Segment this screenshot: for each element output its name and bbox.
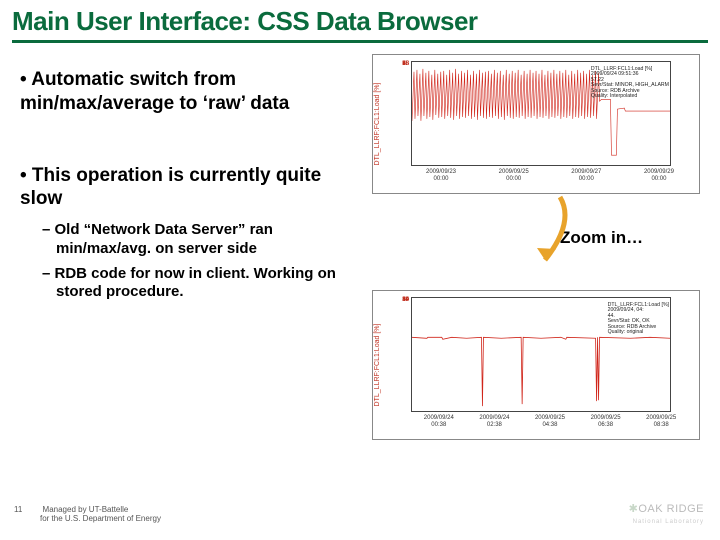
slide-title: Main User Interface: CSS Data Browser <box>12 6 478 37</box>
chart-wide-range: DTL_LLRF:FCL1:Load [%] 98 88 78 68 58 48… <box>372 54 700 194</box>
bullet-1: • Automatic switch from min/max/average … <box>20 68 350 116</box>
title-underline <box>12 40 708 43</box>
chart1-xticks: 2009/09/2300:00 2009/09/2500:00 2009/09/… <box>411 169 689 191</box>
page-number: 11 <box>14 505 22 514</box>
oak-ridge-logo: ✱OAK RIDGE National Laboratory <box>629 504 704 526</box>
footer-line2: for the U.S. Department of Energy <box>40 514 161 523</box>
chart2-xticks: 2009/09/2400:38 2009/09/2402:38 2009/09/… <box>411 415 689 437</box>
chart1-plot: DTL_LLRF:FCL1:Load [%] 2009/09/24 09:51:… <box>411 61 671 166</box>
bullet-list: • Automatic switch from min/max/average … <box>20 68 350 308</box>
chart2-plot: DTL_LLRF:FCL1:Load [%] 2009/09/24, 04: 4… <box>411 297 671 412</box>
chart2-ylabel: DTL_LLRF:FCL1:Load [%] <box>374 324 381 407</box>
chart1-info: DTL_LLRF:FCL1:Load [%] 2009/09/24 09:51:… <box>590 66 670 101</box>
zoom-arrow-icon <box>520 192 580 272</box>
footer-line1: Managed by UT-Battelle <box>43 505 129 514</box>
chart2-info: DTL_LLRF:FCL1:Load [%] 2009/09/24, 04: 4… <box>607 302 670 337</box>
bullet-2: • This operation is currently quite slow <box>20 164 350 212</box>
chart1-ylabel: DTL_LLRF:FCL1:Load [%] <box>374 83 381 166</box>
footer: 11 Managed by UT-Battelle for the U.S. D… <box>14 506 161 524</box>
bullet-2-sub-2: – RDB code for now in client. Working on… <box>42 265 350 303</box>
star-icon: ✱ <box>629 503 639 515</box>
chart-zoomed: DTL_LLRF:FCL1:Load [%] 59 54 49 44 39 34… <box>372 290 700 440</box>
bullet-2-sub-1: – Old “Network Data Server” ran min/max/… <box>42 221 350 259</box>
